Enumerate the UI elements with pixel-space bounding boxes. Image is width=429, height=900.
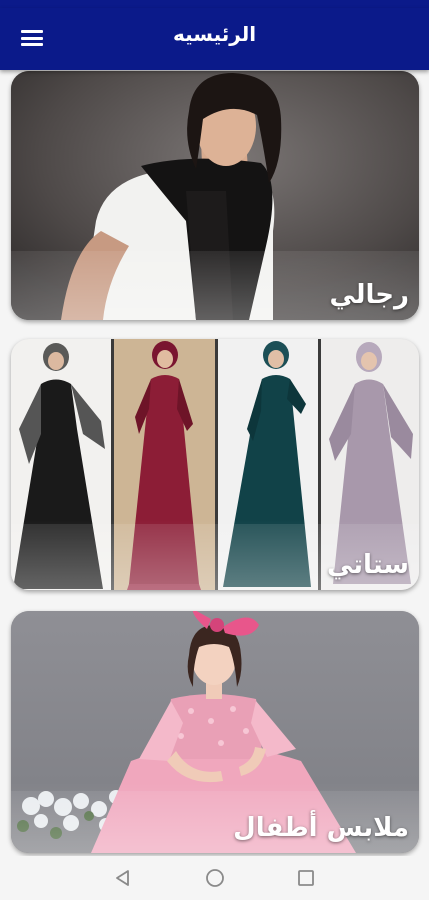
category-label-women: ستاتي (326, 550, 409, 580)
nav-home-button[interactable] (200, 864, 230, 892)
back-triangle-icon (116, 870, 129, 886)
category-card-kids[interactable]: ملابس أطفال (11, 611, 419, 853)
category-label-men: رجالي (329, 280, 409, 310)
page-title: الرئيسيه (172, 22, 257, 46)
recent-apps-square-icon (298, 870, 314, 886)
nav-back-button[interactable] (108, 864, 138, 892)
category-card-women[interactable]: ستاتي (11, 339, 419, 590)
system-nav-bar (0, 856, 429, 900)
nav-recent-button[interactable] (291, 864, 321, 892)
app-bar: الرئيسيه (0, 8, 429, 70)
category-label-kids: ملابس أطفال (233, 813, 409, 843)
category-card-men[interactable]: رجالي (11, 71, 419, 320)
home-circle-icon (206, 869, 224, 887)
status-bar (0, 0, 429, 8)
